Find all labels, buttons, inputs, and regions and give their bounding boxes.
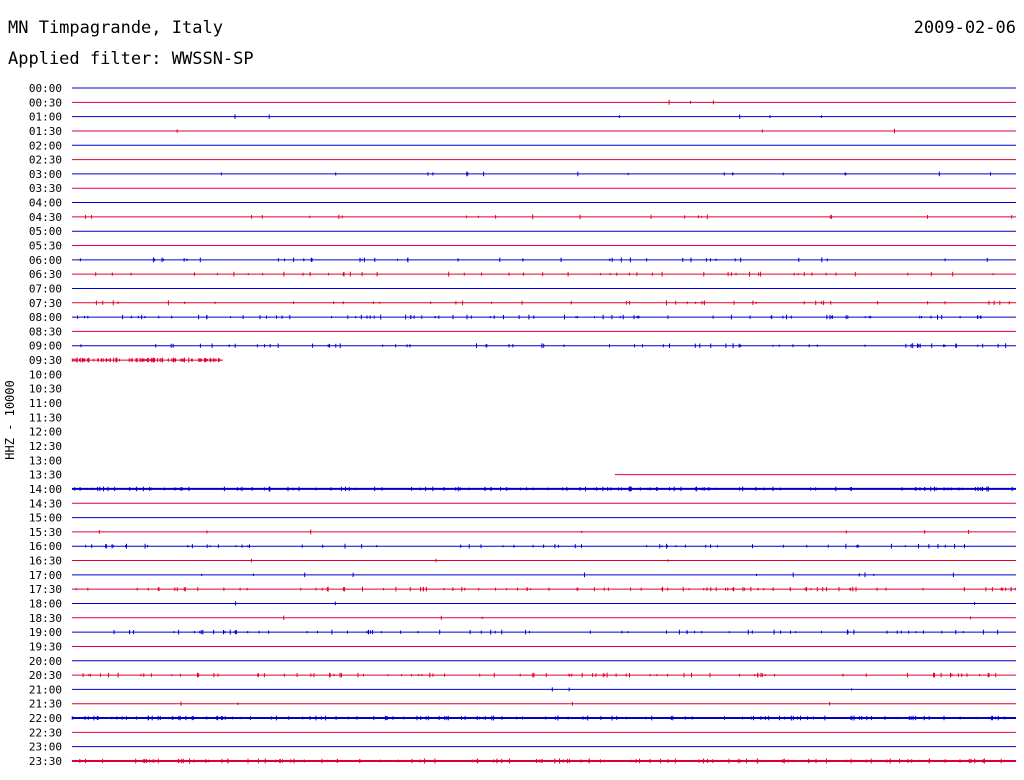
time-tick-label: 19:00 xyxy=(29,626,62,639)
time-tick-label: 12:30 xyxy=(29,440,62,453)
time-tick-label: 03:00 xyxy=(29,168,62,181)
time-tick-label: 04:30 xyxy=(29,211,62,224)
time-tick-label: 17:00 xyxy=(29,569,62,582)
time-tick-label: 09:00 xyxy=(29,340,62,353)
time-tick-label: 07:30 xyxy=(29,297,62,310)
time-tick-label: 08:30 xyxy=(29,325,62,338)
time-tick-label: 16:30 xyxy=(29,555,62,568)
time-tick-label: 02:00 xyxy=(29,139,62,152)
time-tick-label: 20:30 xyxy=(29,669,62,682)
time-tick-label: 14:30 xyxy=(29,497,62,510)
time-tick-label: 12:00 xyxy=(29,426,62,439)
time-tick-label: 06:00 xyxy=(29,254,62,267)
time-tick-label: 01:00 xyxy=(29,111,62,124)
time-tick-label: 22:00 xyxy=(29,712,62,725)
time-tick-label: 23:00 xyxy=(29,741,62,754)
time-tick-label: 21:30 xyxy=(29,698,62,711)
time-tick-label: 22:30 xyxy=(29,726,62,739)
time-tick-label: 13:30 xyxy=(29,469,62,482)
time-tick-label: 18:30 xyxy=(29,612,62,625)
time-tick-label: 00:00 xyxy=(29,82,62,95)
time-tick-label: 11:00 xyxy=(29,397,62,410)
time-tick-label: 06:30 xyxy=(29,268,62,281)
helicorder-chart: 00:0000:30 01:0001:3002:00 02:3003:0003:30… xyxy=(29,82,1016,768)
time-tick-label: 18:00 xyxy=(29,597,62,610)
time-tick-label: 14:00 xyxy=(29,483,62,496)
time-tick-label: 15:00 xyxy=(29,512,62,525)
time-tick-label: 10:00 xyxy=(29,368,62,381)
time-tick-label: 23:30 xyxy=(29,755,62,768)
time-tick-label: 07:00 xyxy=(29,282,62,295)
time-tick-label: 00:30 xyxy=(29,96,62,109)
time-tick-label: 13:00 xyxy=(29,454,62,467)
time-tick-label: 05:30 xyxy=(29,240,62,253)
time-tick-label: 16:00 xyxy=(29,540,62,553)
time-tick-label: 11:30 xyxy=(29,411,62,424)
time-tick-label: 15:30 xyxy=(29,526,62,539)
time-tick-label: 21:00 xyxy=(29,683,62,696)
time-tick-label: 01:30 xyxy=(29,125,62,138)
time-tick-label: 08:00 xyxy=(29,311,62,324)
time-tick-label: 10:30 xyxy=(29,383,62,396)
time-tick-label: 09:30 xyxy=(29,354,62,367)
time-tick-label: 19:30 xyxy=(29,640,62,653)
time-tick-label: 05:00 xyxy=(29,225,62,238)
time-tick-label: 20:00 xyxy=(29,655,62,668)
time-tick-label: 04:00 xyxy=(29,197,62,210)
time-tick-label: 17:30 xyxy=(29,583,62,596)
time-tick-label: 03:30 xyxy=(29,182,62,195)
time-tick-label: 02:30 xyxy=(29,154,62,167)
